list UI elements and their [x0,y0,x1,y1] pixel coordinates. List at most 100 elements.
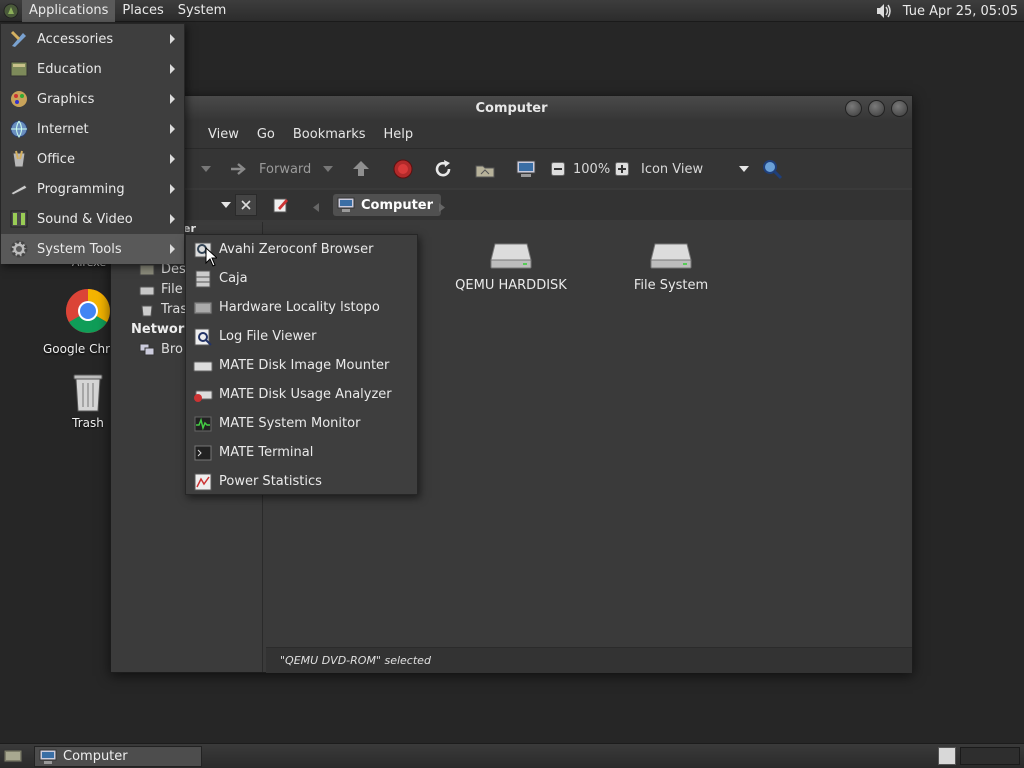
terminal-icon [186,445,219,461]
gear-icon [1,239,37,259]
minimize-button[interactable] [845,100,862,117]
menu-item-education[interactable]: Education [1,54,184,84]
menu-item-label: MATE Terminal [219,445,314,460]
trash-icon [73,374,103,412]
status-bar: "QEMU DVD-ROM" selected [266,647,912,673]
chevron-right-icon [170,94,175,104]
mate-logo-icon[interactable] [0,0,22,22]
menu-item-programming[interactable]: Programming [1,174,184,204]
sidebar-item-desktop[interactable]: Des [139,262,186,277]
breadcrumb-left-arrow-icon[interactable] [313,201,319,216]
sidebar-item-label: Des [161,262,186,277]
forward-arrow-icon [231,163,246,175]
menu-help[interactable]: Help [375,127,423,142]
menu-bookmarks[interactable]: Bookmarks [284,127,375,142]
forward-dropdown-icon[interactable] [323,149,333,189]
menu-item-label: Programming [37,181,125,197]
sidebar-item-file-system[interactable]: File [139,282,183,297]
menu-item-office[interactable]: Office [1,144,184,174]
drive-qemu-harddisk[interactable]: QEMU HARDDISK [446,240,576,293]
programming-icon [1,179,37,199]
window-toolbar: Forward 100% Icon View [111,148,912,188]
menu-item-label: System Tools [37,241,122,257]
drive-label: QEMU HARDDISK [455,278,567,293]
chevron-right-icon [170,184,175,194]
menu-item-internet[interactable]: Internet [1,114,184,144]
menu-item-mate-terminal[interactable]: MATE Terminal [186,438,417,467]
system-monitor-icon [186,416,219,432]
breadcrumb-label: Computer [361,197,434,213]
menu-item-label: Hardware Locality lstopo [219,300,380,315]
top-panel: Applications Places System Tue Apr 25, 0… [0,0,1024,22]
menu-item-graphics[interactable]: Graphics [1,84,184,114]
menu-item-avahi-zeroconf-browser[interactable]: Avahi Zeroconf Browser [186,235,417,264]
window-titlebar[interactable]: Computer [111,96,912,120]
menu-item-power-statistics[interactable]: Power Statistics [186,467,417,496]
menu-item-system-tools[interactable]: System Tools [1,234,184,264]
file-cabinet-icon [186,270,219,288]
computer-icon[interactable] [515,149,537,189]
disk-usage-icon [186,387,219,403]
menu-item-hardware-locality-lstopo[interactable]: Hardware Locality lstopo [186,293,417,322]
menu-item-label: Avahi Zeroconf Browser [219,242,374,257]
edit-location-icon[interactable] [271,195,291,215]
back-dropdown-icon[interactable] [201,149,211,189]
breadcrumb-computer[interactable]: Computer [333,194,442,216]
close-sidebar-icon[interactable] [235,194,257,216]
stop-icon[interactable] [393,149,413,189]
menu-item-mate-system-monitor[interactable]: MATE System Monitor [186,409,417,438]
places-menu[interactable]: Places [115,0,170,22]
up-arrow-icon[interactable] [351,149,371,189]
zoom-out-button[interactable] [551,149,565,189]
view-mode-select[interactable]: Icon View [641,149,749,189]
menu-item-label: Caja [219,271,248,286]
sidebar-type-dropdown[interactable] [185,194,231,216]
taskbar-item-computer[interactable]: Computer [34,746,202,767]
applications-menu[interactable]: Applications [22,0,116,22]
zoom-in-button[interactable] [615,149,629,189]
menu-item-caja[interactable]: Caja [186,264,417,293]
breadcrumb-right-arrow-icon[interactable] [439,201,445,216]
accessories-icon [1,29,37,49]
computer-icon [39,749,57,764]
forward-label: Forward [259,161,312,177]
sidebar-item-browse-network[interactable]: Bro [139,342,183,357]
sidebar-item-trash[interactable]: Tras [139,302,187,317]
reload-icon[interactable] [433,149,453,189]
menu-item-mate-disk-image-mounter[interactable]: MATE Disk Image Mounter [186,351,417,380]
workspace-switcher[interactable] [938,747,956,765]
workspace-switcher-2[interactable] [960,747,1020,765]
window-menubar: View Go Bookmarks Help [111,120,912,148]
menu-item-sound-video[interactable]: Sound & Video [1,204,184,234]
menu-item-mate-disk-usage-analyzer[interactable]: MATE Disk Usage Analyzer [186,380,417,409]
menu-item-label: Accessories [37,31,114,47]
menu-view[interactable]: View [199,127,248,142]
menu-go[interactable]: Go [248,127,284,142]
chevron-right-icon [170,34,175,44]
clock[interactable]: Tue Apr 25, 05:05 [895,4,1024,19]
hardware-icon [186,300,219,316]
chevron-right-icon [170,124,175,134]
close-button[interactable] [891,100,908,117]
bottom-panel: Computer [0,743,1024,768]
home-icon[interactable] [474,149,496,189]
volume-icon[interactable] [873,0,895,22]
search-icon[interactable] [761,149,783,189]
menu-item-accessories[interactable]: Accessories [1,24,184,54]
taskbar-item-label: Computer [63,749,128,764]
office-icon [1,149,37,169]
harddisk-icon [650,243,692,269]
internet-globe-icon [1,119,37,139]
forward-button[interactable]: Forward [229,149,311,189]
maximize-button[interactable] [868,100,885,117]
menu-item-label: Power Statistics [219,474,322,489]
show-desktop-icon[interactable] [3,747,23,765]
menu-item-label: Graphics [37,91,95,107]
desktop-folder-icon [139,264,155,275]
view-mode-label: Icon View [641,161,704,177]
menu-item-label: Internet [37,121,89,137]
menu-item-label: Education [37,61,102,77]
drive-file-system[interactable]: File System [606,240,736,293]
menu-item-log-file-viewer[interactable]: Log File Viewer [186,322,417,351]
system-menu[interactable]: System [171,0,233,22]
